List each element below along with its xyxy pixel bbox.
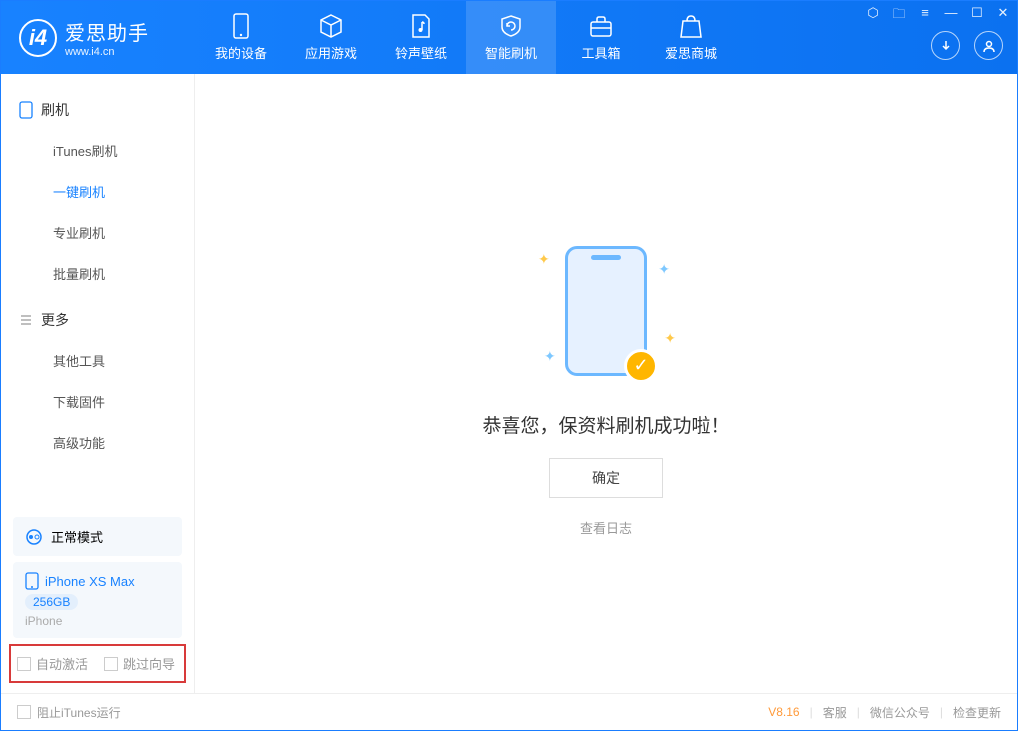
mode-box[interactable]: 正常模式 (13, 517, 182, 556)
device-icon (25, 572, 39, 590)
nav-ringtones[interactable]: 铃声壁纸 (376, 1, 466, 74)
checkbox-row: 自动激活 跳过向导 (9, 644, 186, 683)
minimize-button[interactable]: — (943, 5, 959, 27)
update-link[interactable]: 检查更新 (953, 704, 1001, 721)
nav-toolbox[interactable]: 工具箱 (556, 1, 646, 74)
logo[interactable]: i4 爱思助手 www.i4.cn (1, 17, 196, 58)
nav-store[interactable]: 爱思商城 (646, 1, 736, 74)
header: i4 爱思助手 www.i4.cn 我的设备 应用游戏 铃声壁纸 智能刷机 工具… (1, 1, 1017, 74)
checkbox-label: 自动激活 (36, 654, 88, 673)
header-right (931, 31, 1003, 60)
sidebar-item-advanced[interactable]: 高级功能 (1, 422, 194, 463)
checkbox-icon (17, 657, 31, 671)
device-name: iPhone XS Max (45, 574, 135, 589)
nav-label: 应用游戏 (305, 43, 357, 62)
service-link[interactable]: 客服 (823, 704, 847, 721)
sparkle-icon: ✦ (664, 330, 676, 347)
view-log-link[interactable]: 查看日志 (580, 518, 632, 537)
phone-icon (228, 13, 254, 39)
checkbox-icon (104, 657, 118, 671)
sparkle-icon: ✦ (658, 261, 670, 278)
sidebar-item-batch-flash[interactable]: 批量刷机 (1, 253, 194, 294)
download-button[interactable] (931, 31, 960, 60)
sparkle-icon: ✦ (544, 348, 556, 365)
menu-icon[interactable]: ≡ (917, 5, 933, 27)
window-controls: ⬡ 🗀 ≡ — ☐ ✕ (865, 5, 1011, 27)
nav-label: 爱思商城 (665, 43, 717, 62)
nav-label: 我的设备 (215, 43, 267, 62)
close-button[interactable]: ✕ (995, 5, 1011, 27)
sparkle-icon: ✦ (538, 251, 550, 268)
nav-label: 铃声壁纸 (395, 43, 447, 62)
bag-icon (678, 13, 704, 39)
device-capacity: 256GB (25, 594, 78, 610)
mode-label: 正常模式 (51, 527, 103, 546)
nav-label: 智能刷机 (485, 43, 537, 62)
sidebar-group-title: 刷机 (41, 100, 69, 120)
toolbox-icon (588, 13, 614, 39)
refresh-shield-icon (498, 13, 524, 39)
sidebar: 刷机 iTunes刷机 一键刷机 专业刷机 批量刷机 更多 其他工具 下载固件 … (1, 74, 195, 693)
device-box[interactable]: iPhone XS Max 256GB iPhone (13, 562, 182, 638)
mode-icon (25, 528, 43, 546)
sidebar-item-other-tools[interactable]: 其他工具 (1, 340, 194, 381)
sidebar-item-pro-flash[interactable]: 专业刷机 (1, 212, 194, 253)
success-illustration: ✦ ✦ ✦ ✦ ✓ (526, 231, 686, 391)
music-file-icon (408, 13, 434, 39)
device-type: iPhone (25, 614, 62, 628)
check-badge-icon: ✓ (624, 349, 658, 383)
main-content: ✦ ✦ ✦ ✦ ✓ 恭喜您，保资料刷机成功啦！ 确定 查看日志 (195, 74, 1017, 693)
lock-icon[interactable]: 🗀 (891, 5, 907, 27)
nav-my-device[interactable]: 我的设备 (196, 1, 286, 74)
app-subtitle: www.i4.cn (65, 46, 149, 58)
sidebar-group-more[interactable]: 更多 (1, 300, 194, 340)
sidebar-group-flash[interactable]: 刷机 (1, 90, 194, 130)
nav-flash[interactable]: 智能刷机 (466, 1, 556, 74)
ok-button[interactable]: 确定 (549, 458, 663, 498)
sidebar-item-oneclick-flash[interactable]: 一键刷机 (1, 171, 194, 212)
list-icon (19, 313, 33, 327)
user-button[interactable] (974, 31, 1003, 60)
checkbox-icon[interactable] (17, 705, 31, 719)
shirt-icon[interactable]: ⬡ (865, 5, 881, 27)
nav: 我的设备 应用游戏 铃声壁纸 智能刷机 工具箱 爱思商城 (196, 1, 736, 74)
checkbox-label: 跳过向导 (123, 654, 175, 673)
sidebar-item-download-fw[interactable]: 下载固件 (1, 381, 194, 422)
device-icon (19, 101, 33, 119)
sidebar-item-itunes-flash[interactable]: iTunes刷机 (1, 130, 194, 171)
nav-apps[interactable]: 应用游戏 (286, 1, 376, 74)
success-message: 恭喜您，保资料刷机成功啦！ (482, 411, 729, 438)
footer: 阻止iTunes运行 V8.16 | 客服 | 微信公众号 | 检查更新 (1, 693, 1017, 730)
maximize-button[interactable]: ☐ (969, 5, 985, 27)
app-title: 爱思助手 (65, 17, 149, 46)
cube-icon (318, 13, 344, 39)
wechat-link[interactable]: 微信公众号 (870, 704, 930, 721)
sidebar-group-title: 更多 (41, 310, 69, 330)
nav-label: 工具箱 (581, 43, 620, 62)
auto-activate-checkbox[interactable]: 自动激活 (17, 654, 88, 673)
skip-guide-checkbox[interactable]: 跳过向导 (104, 654, 175, 673)
version-label: V8.16 (768, 705, 799, 719)
block-itunes-label[interactable]: 阻止iTunes运行 (37, 704, 121, 721)
logo-icon: i4 (19, 19, 57, 57)
